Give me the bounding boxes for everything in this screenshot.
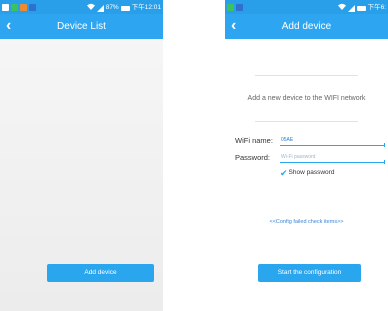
wifi-name-label: WiFi name: [235,136,273,145]
add-device-screen: 下午6: ‹ Add device Add a new device to th… [225,0,388,311]
notification-icons [2,3,36,11]
notification-icon [11,3,18,11]
wifi-icon [337,3,346,13]
notification-icon [2,3,9,11]
config-failed-link[interactable]: <<Config failed check items>> [225,218,388,226]
show-password-label: Show password [288,169,335,176]
intro-text: Add a new device to the WIFI network [247,95,366,102]
show-password-checkbox[interactable]: ✔ Show password [280,168,334,178]
battery-percent: 87% [105,4,119,11]
back-arrow-icon[interactable]: ‹ [231,16,236,36]
field-edge [384,143,385,147]
status-right: 下午6: [337,3,386,13]
field-edge [384,160,385,164]
back-arrow-icon[interactable]: ‹ [6,16,11,36]
notification-icon [29,3,36,11]
checkmark-icon: ✔ [280,168,288,178]
app-bar: ‹ Device List [0,14,163,39]
status-bar: 下午6: [225,0,388,14]
status-right: 87% 下午12:01 [86,3,161,13]
status-time: 下午12:01 [131,4,161,11]
wifi-icon [86,3,95,13]
status-time: 下午6: [367,4,386,11]
password-field[interactable]: Wi-Fi password [280,153,385,163]
notification-icons [227,3,243,11]
status-bar: 87% 下午12:01 [0,0,163,14]
password-label: Password: [235,153,271,162]
divider [255,121,358,122]
notification-icon [227,3,234,11]
notification-icon [236,3,243,11]
page-title: Add device [281,21,332,32]
notification-icon [20,3,27,11]
app-bar: ‹ Add device [225,14,388,39]
start-configuration-button[interactable]: Start the configuration [258,264,361,282]
divider [255,75,358,76]
signal-icon [347,4,355,12]
signal-icon [96,4,104,12]
page-title: Device List [57,21,106,32]
device-list-screen: 87% 下午12:01 ‹ Device List Add device [0,0,163,311]
add-device-button[interactable]: Add device [47,264,154,282]
wifi-name-field[interactable]: 05AE [280,136,385,146]
battery-icon [356,5,366,11]
battery-icon [120,5,130,11]
